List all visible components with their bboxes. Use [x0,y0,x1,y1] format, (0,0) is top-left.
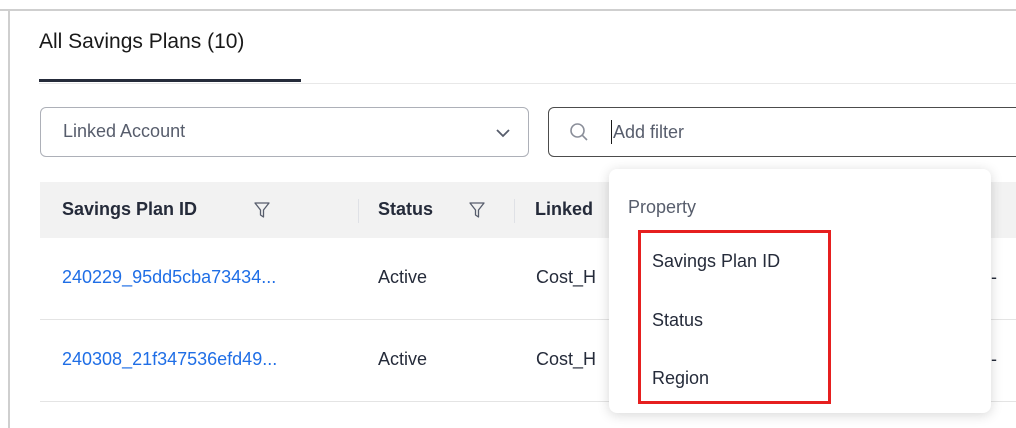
column-header-status[interactable]: Status [378,199,433,220]
filter-search-box[interactable] [548,107,1016,157]
dropdown-group-title: Property [628,197,697,217]
highlight-box [638,230,831,404]
filter-icon[interactable] [253,201,271,219]
linked-account-cell: Cost_H [536,349,597,369]
savings-plans-panel: All Savings Plans (10) Linked Account Sa… [0,0,1016,428]
column-header-savings-plan-id[interactable]: Savings Plan ID [62,199,197,220]
savings-plan-id-link[interactable]: 240229_95dd5cba73434... [62,267,276,288]
savings-plan-id-link[interactable]: 240308_21f347536efd49... [62,349,277,370]
linked-account-placeholder: Linked Account [63,121,186,141]
status-cell: Active [378,267,428,287]
chevron-down-icon [496,129,510,138]
tab-all-savings-plans[interactable]: All Savings Plans (10) [39,30,244,54]
text-cursor [611,120,612,144]
search-icon [570,123,588,141]
active-tab-indicator [39,79,301,82]
add-filter-input[interactable] [613,116,993,148]
column-header-linked[interactable]: Linked [535,199,593,220]
status-cell: Active [378,349,428,369]
linked-account-cell: Cost_H [536,267,597,287]
column-separator [358,199,359,223]
linked-account-select[interactable]: Linked Account [40,107,529,157]
column-separator [514,199,515,223]
panel-border-top [0,9,1016,11]
panel-border-left [8,9,10,428]
filter-icon[interactable] [468,201,486,219]
tab-divider [39,83,1016,84]
